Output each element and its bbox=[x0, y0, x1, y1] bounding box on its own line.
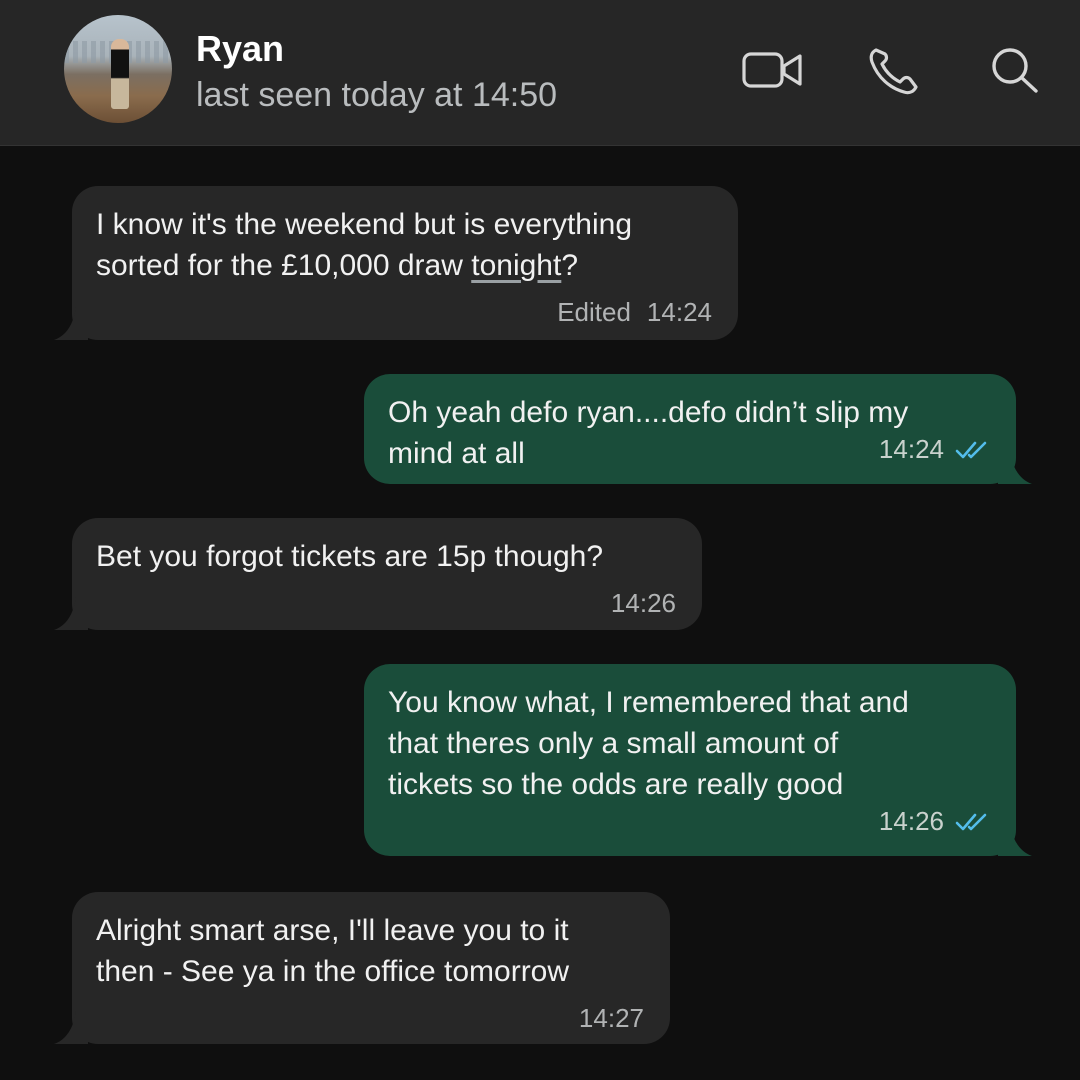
bubble-tail bbox=[998, 450, 1032, 484]
message-meta: 14:24 bbox=[879, 429, 990, 470]
incoming-message[interactable]: Bet you forgot tickets are 15p though? 1… bbox=[54, 518, 702, 630]
date-link[interactable]: tonight bbox=[471, 249, 561, 282]
chat-header: Ryan last seen today at 14:50 bbox=[0, 0, 1080, 146]
message-time: 14:27 bbox=[578, 1003, 644, 1033]
chat-window: Ryan last seen today at 14:50 I know it'… bbox=[0, 0, 1080, 1080]
bubble-tail bbox=[54, 596, 88, 630]
read-receipt-icon bbox=[955, 441, 987, 458]
avatar-person bbox=[111, 39, 129, 109]
message-text: Alright smart arse, I'll leave you to it… bbox=[96, 914, 570, 988]
search-icon[interactable] bbox=[984, 44, 1048, 96]
read-receipt-icon bbox=[955, 813, 987, 830]
message-text: Bet you forgot tickets are 15p though? bbox=[96, 540, 603, 573]
bubble-tail bbox=[54, 306, 88, 340]
bubble-tail bbox=[998, 822, 1032, 856]
message-meta: 14:26 bbox=[879, 801, 990, 842]
outgoing-message[interactable]: Oh yeah defo ryan....defo didn’t slip my… bbox=[364, 374, 1032, 484]
video-call-icon[interactable] bbox=[740, 44, 804, 96]
outgoing-message[interactable]: You know what, I remembered that and tha… bbox=[364, 664, 1032, 856]
bubble-tail bbox=[54, 1010, 88, 1044]
message-time: 14:24 bbox=[646, 297, 712, 327]
message-time: 14:26 bbox=[610, 588, 676, 618]
contact-avatar[interactable] bbox=[64, 15, 172, 123]
message-text: You know what, I remembered that and tha… bbox=[388, 686, 909, 801]
message-text: I know it's the weekend but is everythin… bbox=[96, 208, 633, 282]
contact-name[interactable]: Ryan bbox=[196, 28, 284, 70]
message-meta: 14:27 bbox=[96, 998, 644, 1039]
voice-call-icon[interactable] bbox=[862, 44, 926, 96]
incoming-message[interactable]: Alright smart arse, I'll leave you to it… bbox=[54, 892, 670, 1044]
incoming-message[interactable]: I know it's the weekend but is everythin… bbox=[54, 186, 738, 340]
edited-label: Edited bbox=[557, 297, 631, 327]
message-time: 14:24 bbox=[878, 434, 944, 464]
last-seen-status: last seen today at 14:50 bbox=[196, 76, 558, 114]
message-time: 14:26 bbox=[878, 806, 944, 836]
message-meta: Edited 14:24 bbox=[96, 292, 712, 333]
message-meta: 14:26 bbox=[96, 583, 676, 624]
